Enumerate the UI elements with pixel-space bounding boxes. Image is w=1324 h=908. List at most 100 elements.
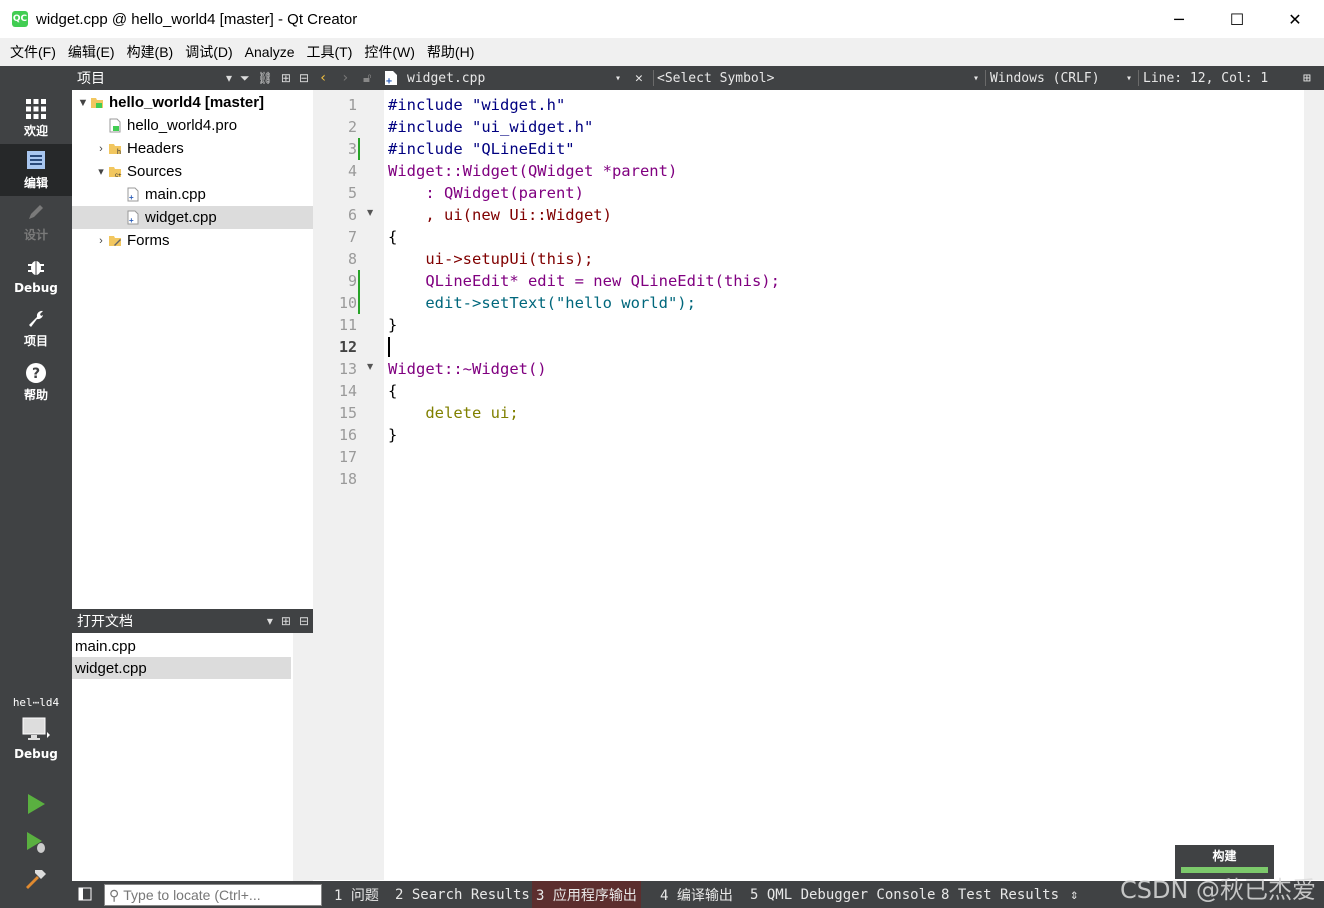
link-icon[interactable]: ⛓ xyxy=(258,71,273,85)
editor-scrollbar[interactable] xyxy=(1304,90,1324,880)
mode-label: 帮助 xyxy=(23,387,48,402)
open-docs-title[interactable]: 打开文档 xyxy=(77,611,133,631)
line-number: 3 xyxy=(347,140,357,158)
open-doc-item[interactable]: widget.cpp xyxy=(72,657,291,679)
menu-file[interactable]: 文件(F) xyxy=(4,42,62,62)
line-ending-combo[interactable]: Windows (CRLF) xyxy=(990,66,1100,90)
debug-play-icon xyxy=(27,832,45,853)
output-tab-compile-output[interactable]: 4 编译输出 xyxy=(656,881,737,908)
mode-label: 项目 xyxy=(23,333,48,348)
maximize-button[interactable]: ☐ xyxy=(1208,0,1266,38)
close-file-icon[interactable]: ✕ xyxy=(635,66,643,90)
mode-debug[interactable]: Debug xyxy=(0,250,72,302)
sidebar-toggle-icon[interactable] xyxy=(78,887,92,905)
menu-analyze[interactable]: Analyze xyxy=(239,44,301,60)
tree-item-label: hello_world4.pro xyxy=(127,117,238,134)
dropdown-arrow-icon[interactable]: ▾ xyxy=(267,614,273,628)
line-number: 11 xyxy=(338,316,357,334)
output-tab-qml-debugger[interactable]: 5 QML Debugger Console xyxy=(746,881,939,908)
dropdown-arrow-icon[interactable]: ▾ xyxy=(226,71,232,85)
tree-item-main-cpp[interactable]: + main.cpp xyxy=(72,183,313,206)
menu-tools[interactable]: 工具(T) xyxy=(300,42,358,62)
back-arrow-icon[interactable]: ‹ xyxy=(319,66,327,90)
line-number: 1 xyxy=(347,96,357,114)
split-icon[interactable]: ⊞ xyxy=(1303,66,1311,90)
run-button[interactable] xyxy=(24,792,48,816)
chevron-down-icon[interactable]: ▾ xyxy=(94,165,108,178)
mode-sidebar: 欢迎 编辑 设计 Debug 项目 ? 帮助 hel⋯ld4 Debug xyxy=(0,66,72,908)
code-editor[interactable]: #include "widget.h" #include "ui_widget.… xyxy=(384,90,1304,880)
code-line: , ui(new Ui::Widget) xyxy=(388,206,612,224)
mode-edit[interactable]: 编辑 xyxy=(0,144,72,196)
mode-design[interactable]: 设计 xyxy=(0,196,72,248)
help-icon: ? xyxy=(25,362,47,386)
code-line: } xyxy=(388,426,398,444)
line-number: 18 xyxy=(338,470,357,488)
output-tab-test-results[interactable]: 8 Test Results xyxy=(937,881,1063,908)
chevron-down-icon[interactable]: ▼ xyxy=(76,97,90,109)
change-marker xyxy=(358,292,360,314)
output-tab-application-output[interactable]: 3 应用程序输出 xyxy=(532,881,641,908)
output-tabs-more-icon[interactable]: ⇕ xyxy=(1066,881,1082,908)
fold-marker-icon[interactable]: ▼ xyxy=(367,362,373,371)
qt-creator-logo-icon: QC xyxy=(12,11,28,27)
symbol-combo[interactable]: <Select Symbol> xyxy=(657,66,774,90)
cursor-position[interactable]: Line: 12, Col: 1 xyxy=(1143,66,1268,90)
open-docs-scrollbar[interactable] xyxy=(293,633,313,881)
dropdown-arrow-icon[interactable]: ▾ xyxy=(615,66,621,90)
project-tree: ▼ hello_world4 [master] hello_world4.pro… xyxy=(72,90,313,608)
tree-item-pro-file[interactable]: hello_world4.pro xyxy=(72,114,313,137)
tree-item-project[interactable]: ▼ hello_world4 [master] xyxy=(72,91,313,114)
code-line: } xyxy=(388,316,398,334)
svg-text:?: ? xyxy=(32,366,40,382)
locator-input[interactable]: ⚲ Type to locate (Ctrl+... xyxy=(104,884,322,906)
menu-help[interactable]: 帮助(H) xyxy=(421,42,480,62)
output-tab-search-results[interactable]: 2 Search Results xyxy=(391,881,534,908)
split-icon[interactable]: ⊞ xyxy=(281,71,291,85)
menu-debug[interactable]: 调试(D) xyxy=(179,42,238,62)
filter-icon[interactable]: ⏷ xyxy=(240,71,250,86)
close-panel-icon[interactable]: ⊟ xyxy=(299,71,309,85)
tree-item-sources[interactable]: ▾ c+ Sources xyxy=(72,160,313,183)
forward-arrow-icon[interactable]: › xyxy=(341,66,349,90)
menu-widgets[interactable]: 控件(W) xyxy=(358,42,421,62)
dropdown-arrow-icon[interactable]: ▾ xyxy=(1126,66,1132,90)
build-button[interactable] xyxy=(24,866,48,890)
projects-panel-title[interactable]: 项目 xyxy=(77,68,105,88)
window-title: widget.cpp @ hello_world4 [master] - Qt … xyxy=(36,10,358,28)
tree-item-widget-cpp[interactable]: + widget.cpp xyxy=(72,206,313,229)
menu-build[interactable]: 构建(B) xyxy=(121,42,180,62)
split-icon[interactable]: ⊞ xyxy=(281,614,291,628)
code-line: #include "ui_widget.h" xyxy=(388,118,594,136)
hammer-icon xyxy=(26,870,46,889)
open-doc-item[interactable]: main.cpp xyxy=(72,635,291,657)
dropdown-arrow-icon[interactable]: ▾ xyxy=(973,66,979,90)
kit-name[interactable]: hel⋯ld4 xyxy=(0,696,72,709)
debug-run-button[interactable] xyxy=(24,830,48,854)
editor-toolbar: ‹ › 🔓︎ + widget.cpp ▾ ✕ <Select Symbol> … xyxy=(313,66,1324,90)
kit-selector[interactable]: Debug xyxy=(0,716,72,761)
tree-item-label: hello_world4 [master] xyxy=(109,94,265,111)
fold-marker-icon[interactable]: ▼ xyxy=(367,208,373,217)
mode-label: 欢迎 xyxy=(23,123,48,138)
projects-panel-header: 项目 ▾ ⏷ ⛓ ⊞ ⊟ xyxy=(72,66,313,90)
line-number: 10 xyxy=(338,294,357,312)
output-tab-issues[interactable]: 1 问题 xyxy=(330,881,383,908)
menu-bar: 文件(F) 编辑(E) 构建(B) 调试(D) Analyze 工具(T) 控件… xyxy=(0,38,1324,66)
mode-projects[interactable]: 项目 xyxy=(0,302,72,354)
wrench-icon xyxy=(26,308,46,332)
tree-item-headers[interactable]: › h Headers xyxy=(72,137,313,160)
mode-welcome[interactable]: 欢迎 xyxy=(0,92,72,144)
play-icon xyxy=(28,794,45,814)
watermark: CSDN @秋已杰爱 xyxy=(1120,876,1317,904)
close-panel-icon[interactable]: ⊟ xyxy=(299,614,309,628)
chevron-right-icon[interactable]: › xyxy=(94,235,108,247)
close-button[interactable]: ✕ xyxy=(1266,0,1324,38)
tree-item-forms[interactable]: › Forms xyxy=(72,229,313,252)
minimize-button[interactable]: ─ xyxy=(1150,0,1208,38)
mode-help[interactable]: ? 帮助 xyxy=(0,356,72,408)
current-file-combo[interactable]: widget.cpp xyxy=(407,66,485,90)
chevron-right-icon[interactable]: › xyxy=(94,143,108,155)
menu-edit[interactable]: 编辑(E) xyxy=(62,42,121,62)
sources-folder-icon: c+ xyxy=(108,164,122,179)
